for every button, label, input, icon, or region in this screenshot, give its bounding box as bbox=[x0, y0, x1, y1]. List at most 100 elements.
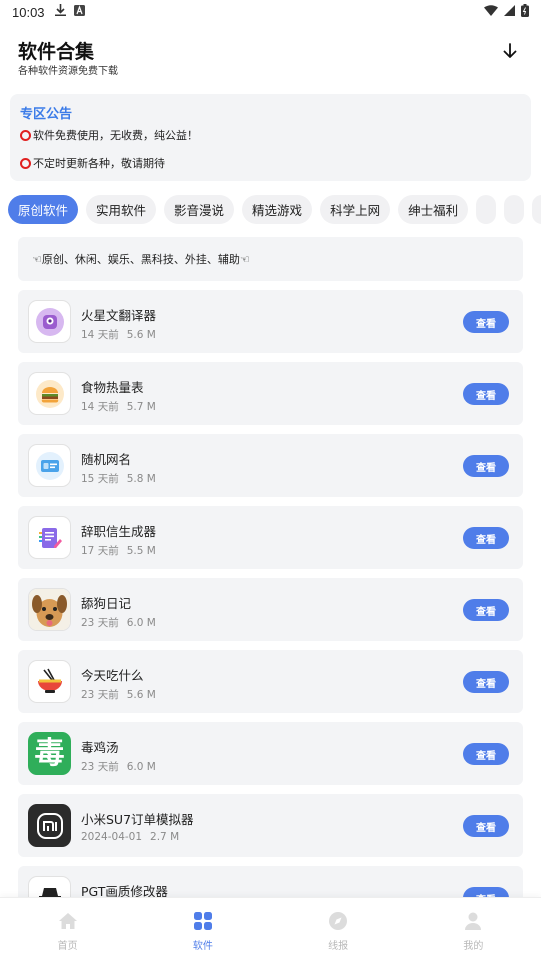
tab-proxy[interactable]: 科学上网 bbox=[320, 195, 391, 224]
app-time: 14 天前 bbox=[81, 401, 119, 413]
app-name: 毒鸡汤 bbox=[81, 740, 119, 755]
app-name: 小米SU7订单模拟器 bbox=[81, 812, 194, 827]
tab-utility[interactable]: 实用软件 bbox=[86, 195, 157, 224]
app-size: 5.6 M bbox=[126, 689, 156, 701]
app-size: 5.8 M bbox=[126, 473, 156, 485]
app-card[interactable]: 随机网名 15 天前 5.8 M 查看 bbox=[18, 434, 523, 497]
nav-deals[interactable]: 线报 bbox=[271, 898, 406, 961]
tab-media[interactable]: 影音漫说 bbox=[164, 195, 235, 224]
wifi-icon bbox=[484, 4, 498, 20]
notice-title: 专区公告 bbox=[20, 107, 73, 122]
bottom-nav: 首页 软件 线报 我的 bbox=[0, 897, 541, 961]
dog-face-icon bbox=[28, 588, 71, 631]
app-time: 2024-04-01 bbox=[81, 831, 143, 843]
app-meta: 17 天前 5.5 M bbox=[81, 543, 156, 558]
app-size: 6.0 M bbox=[126, 761, 156, 773]
app-list: 火星文翻译器 14 天前 5.6 M 查看 食物热量表 14 天前 5.7 M 查看… bbox=[18, 290, 523, 938]
app-card[interactable]: 今天吃什么 23 天前 5.6 M 查看 bbox=[18, 650, 523, 713]
nav-label: 线报 bbox=[328, 941, 349, 952]
app-meta: 23 天前 6.0 M bbox=[81, 615, 156, 630]
app-meta: 23 天前 5.6 M bbox=[81, 687, 156, 702]
app-size: 5.6 M bbox=[126, 329, 156, 341]
app-card[interactable]: 毒 毒鸡汤 23 天前 6.0 M 查看 bbox=[18, 722, 523, 785]
app-meta: 14 天前 5.6 M bbox=[81, 327, 156, 342]
notice-line-text: 软件免费使用，无收费，纯公益！ bbox=[33, 129, 198, 142]
nav-profile[interactable]: 我的 bbox=[406, 898, 541, 961]
view-button[interactable]: 查看 bbox=[463, 815, 509, 837]
nav-label: 软件 bbox=[192, 941, 213, 952]
tab-welfare[interactable]: 绅士福利 bbox=[398, 195, 469, 224]
app-time: 15 天前 bbox=[81, 473, 119, 485]
view-button[interactable]: 查看 bbox=[463, 455, 509, 477]
app-time: 23 天前 bbox=[81, 689, 119, 701]
app-size: 5.7 M bbox=[126, 401, 156, 413]
status-time: 10:03 bbox=[12, 4, 45, 20]
app-time: 14 天前 bbox=[81, 329, 119, 341]
signal-icon bbox=[504, 4, 515, 20]
app-card[interactable]: 辞职信生成器 17 天前 5.5 M 查看 bbox=[18, 506, 523, 569]
mars-translator-icon bbox=[28, 300, 71, 343]
view-button[interactable]: 查看 bbox=[463, 743, 509, 765]
red-circle-icon bbox=[20, 129, 31, 141]
page-subtitle: 各种软件资源免费下载 bbox=[18, 66, 118, 77]
app-card[interactable]: 食物热量表 14 天前 5.7 M 查看 bbox=[18, 362, 523, 425]
tab-original[interactable]: 原创软件 bbox=[8, 195, 79, 224]
download-status-icon bbox=[54, 4, 66, 20]
app-meta: 14 天前 5.7 M bbox=[81, 399, 156, 414]
xiaomi-logo-icon bbox=[28, 804, 71, 847]
tab-empty[interactable] bbox=[476, 195, 497, 224]
app-name: 今天吃什么 bbox=[81, 668, 144, 683]
notice-line: 软件免费使用，无收费，纯公益！ bbox=[20, 128, 521, 142]
status-bar: 10:03 bbox=[0, 0, 541, 24]
poison-glyph-text: 毒 bbox=[34, 735, 65, 771]
notice-line: 不定时更新各种，敬请期待 bbox=[20, 156, 521, 170]
home-icon bbox=[58, 912, 78, 934]
nav-home[interactable]: 首页 bbox=[0, 898, 135, 961]
app-name: 食物热量表 bbox=[81, 380, 144, 395]
view-button[interactable]: 查看 bbox=[463, 383, 509, 405]
app-card[interactable]: 舔狗日记 23 天前 6.0 M 查看 bbox=[18, 578, 523, 641]
nav-label: 我的 bbox=[463, 941, 484, 952]
tab-games[interactable]: 精选游戏 bbox=[242, 195, 313, 224]
category-banner: ☜原创、休闲、娱乐、黑科技、外挂、辅助☜ bbox=[18, 237, 523, 281]
view-button[interactable]: 查看 bbox=[463, 311, 509, 333]
view-button[interactable]: 查看 bbox=[463, 671, 509, 693]
nav-software[interactable]: 软件 bbox=[135, 898, 270, 961]
download-arrow-icon[interactable] bbox=[501, 42, 519, 60]
page-title: 软件合集 bbox=[18, 41, 95, 63]
page-header: 软件合集 各种软件资源免费下载 bbox=[0, 32, 541, 82]
app-time: 23 天前 bbox=[81, 761, 119, 773]
id-card-icon bbox=[28, 444, 71, 487]
app-name: 随机网名 bbox=[81, 452, 132, 467]
user-icon bbox=[465, 912, 482, 934]
app-name: 辞职信生成器 bbox=[81, 524, 157, 539]
app-time: 17 天前 bbox=[81, 545, 119, 557]
app-name: 火星文翻译器 bbox=[81, 308, 157, 323]
app-size: 5.5 M bbox=[126, 545, 156, 557]
burger-icon bbox=[28, 372, 71, 415]
app-card[interactable]: 小米SU7订单模拟器 2024-04-01 2.7 M 查看 bbox=[18, 794, 523, 857]
app-meta: 15 天前 5.8 M bbox=[81, 471, 156, 486]
notice-line-text: 不定时更新各种，敬请期待 bbox=[33, 157, 165, 170]
red-circle-icon bbox=[20, 157, 31, 169]
category-tabs: 原创软件 实用软件 影音漫说 精选游戏 科学上网 绅士福利 bbox=[8, 195, 541, 224]
app-time: 23 天前 bbox=[81, 617, 119, 629]
app-size: 2.7 M bbox=[150, 831, 180, 843]
app-size: 6.0 M bbox=[126, 617, 156, 629]
tab-empty[interactable] bbox=[532, 195, 541, 224]
nav-label: 首页 bbox=[57, 941, 78, 952]
app-meta: 23 天前 6.0 M bbox=[81, 759, 156, 774]
letter-pen-icon bbox=[28, 516, 71, 559]
view-button[interactable]: 查看 bbox=[463, 599, 509, 621]
view-button[interactable]: 查看 bbox=[463, 527, 509, 549]
notice-panel: 专区公告 软件免费使用，无收费，纯公益！ 不定时更新各种，敬请期待 bbox=[10, 94, 531, 181]
app-card[interactable]: 火星文翻译器 14 天前 5.6 M 查看 bbox=[18, 290, 523, 353]
app-meta: 2024-04-01 2.7 M bbox=[81, 831, 179, 843]
noodle-bowl-icon bbox=[28, 660, 71, 703]
tab-empty[interactable] bbox=[504, 195, 525, 224]
grid-icon bbox=[193, 912, 212, 934]
compass-icon bbox=[329, 912, 348, 934]
font-status-icon bbox=[73, 4, 85, 20]
app-name: 舔狗日记 bbox=[81, 596, 132, 611]
battery-icon bbox=[521, 3, 529, 21]
